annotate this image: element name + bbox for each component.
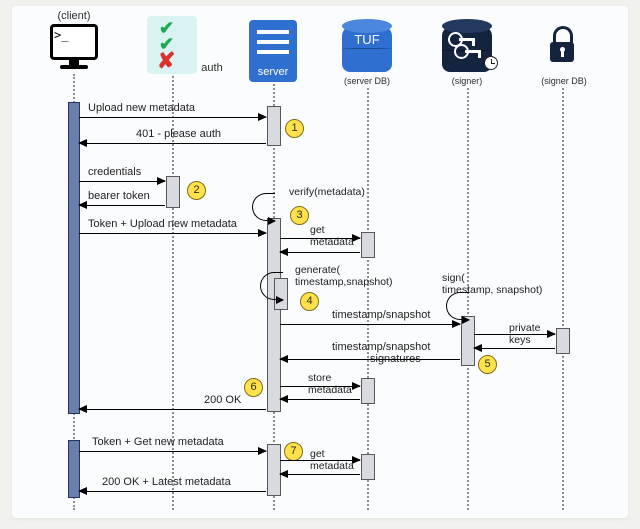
msg-ts-sig-1: timestamp/snapshot — [332, 341, 430, 353]
msg-200-latest: 200 OK + Latest metadata — [102, 476, 231, 488]
msg-200-1: 200 OK — [204, 394, 241, 406]
msg-verify: verify(metadata) — [289, 186, 365, 198]
arrow-401 — [79, 143, 266, 144]
auth-icon: ✔ ✔ ✘ — [147, 16, 197, 74]
msg-sign-1: sign( — [442, 272, 465, 284]
msg-ts-snap: timestamp/snapshot — [332, 309, 430, 321]
loop-sign — [446, 292, 469, 320]
msg-get2-1: get — [310, 448, 325, 460]
server-label-2: server — [258, 66, 289, 78]
msg-upload: Upload new metadata — [88, 102, 195, 114]
step-5: 5 — [478, 355, 497, 374]
client-icon: >_ — [50, 24, 98, 70]
step-6: 6 — [244, 378, 263, 397]
lifeline-signer-db — [562, 88, 564, 510]
step-1: 1 — [285, 119, 304, 138]
arrow-200-latest — [79, 491, 266, 492]
tuf-sublabel: (server DB) — [344, 76, 390, 86]
arrow-token-get — [79, 451, 266, 452]
arrow-200-1 — [79, 409, 266, 410]
msg-getmeta-2: metadata — [310, 236, 354, 248]
signer-db-label: (signer DB) — [541, 76, 587, 86]
act-auth — [166, 176, 180, 208]
signer-db-icon — [550, 26, 580, 66]
arrow-store — [280, 386, 360, 387]
server-icon — [249, 20, 297, 68]
signer-label: (signer) — [452, 76, 483, 86]
act-server-1 — [267, 106, 281, 146]
msg-creds: credentials — [88, 166, 141, 178]
lifeline-tuf — [367, 88, 369, 510]
arrow-ts-snap — [280, 324, 460, 325]
msg-generate-1: generate( — [295, 264, 340, 276]
act-client-1 — [68, 102, 80, 414]
act-tuf-2 — [361, 378, 375, 404]
client-label: (client) — [57, 10, 90, 22]
loop-verify — [252, 193, 275, 221]
msg-bearer: bearer token — [88, 190, 150, 202]
step-3: 3 — [290, 206, 309, 225]
arrow-privkeys-ret — [474, 348, 555, 349]
clock-icon — [484, 56, 498, 70]
arrow-getmeta-ret — [280, 252, 360, 253]
arrow-getmeta2-ret — [280, 474, 360, 475]
msg-token-get: Token + Get new metadata — [92, 436, 224, 448]
msg-getmeta-1: get — [310, 224, 325, 236]
arrow-bearer — [79, 205, 165, 206]
loop-generate — [260, 272, 283, 300]
msg-priv-2: keys — [509, 334, 531, 346]
arrow-creds — [79, 181, 165, 182]
arrow-ts-sig — [280, 359, 460, 360]
msg-store-1: store — [308, 372, 331, 384]
arrow-store-ret — [280, 399, 360, 400]
arrow-upload — [79, 117, 266, 118]
auth-label: auth — [201, 62, 222, 74]
msg-generate-2: timestamp,snapshot) — [295, 276, 392, 288]
msg-sign-2: timestamp, snapshot) — [442, 284, 542, 296]
msg-401: 401 - please auth — [136, 128, 221, 140]
tuf-db-icon: TUF — [342, 26, 392, 72]
step-4: 4 — [300, 292, 319, 311]
act-tuf-3 — [361, 454, 375, 480]
msg-token-upload: Token + Upload new metadata — [88, 218, 237, 230]
act-tuf-1 — [361, 232, 375, 258]
step-2: 2 — [187, 181, 206, 200]
msg-get2-2: metadata — [310, 460, 354, 472]
msg-priv-1: private — [509, 322, 541, 334]
step-7: 7 — [284, 442, 303, 461]
act-signerdb — [556, 328, 570, 354]
arrow-token-upload — [79, 233, 266, 234]
